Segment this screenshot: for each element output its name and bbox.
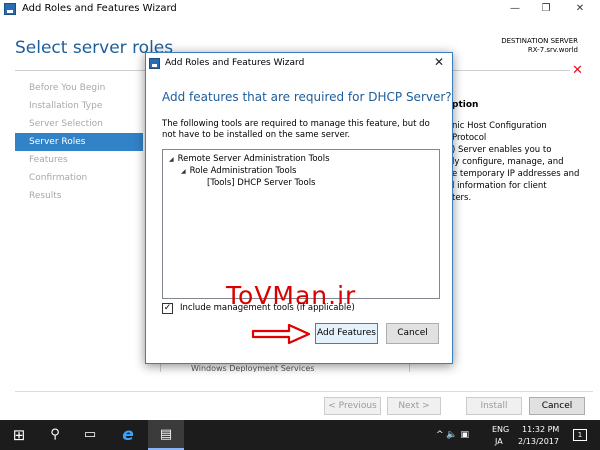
add-features-button[interactable]: Add Features <box>315 323 378 344</box>
close-icon[interactable]: ✕ <box>570 2 590 16</box>
destination-server-name: RX-7.srv.world <box>527 46 578 54</box>
clock-time[interactable]: 11:32 PM <box>522 425 559 434</box>
dialog-app-icon <box>149 58 160 69</box>
notification-center-icon[interactable]: 1 <box>573 429 587 441</box>
tree-item-remote-server-admin-tools[interactable]: ◢ Remote Server Administration Tools <box>169 154 330 164</box>
dialog-body-text: The following tools are required to mana… <box>162 119 430 140</box>
tree-item-dhcp-server-tools[interactable]: [Tools] DHCP Server Tools <box>207 178 316 188</box>
description-line: ly configure, manage, and <box>452 157 564 167</box>
taskbar: ⊞ ⚲ ▭ e ▤ ^ 🔈 ▣ ENG JA 11:32 PM 2/13/201… <box>0 420 600 450</box>
next-button[interactable]: Next > <box>387 397 441 415</box>
add-features-dialog: Add Roles and Features Wizard ✕ Add feat… <box>145 52 453 364</box>
description-text: nic Host Configuration Protocol ) Server… <box>452 120 582 204</box>
tree-expand-icon[interactable]: ◢ <box>181 168 186 175</box>
system-tray-icons[interactable]: ^ 🔈 ▣ <box>436 430 469 440</box>
cancel-button[interactable]: Cancel <box>529 397 585 415</box>
nav-item-server-roles[interactable]: Server Roles <box>15 133 143 151</box>
role-item-windows-deployment-services: Windows Deployment Services <box>191 364 315 372</box>
wizard-nav: Before You Begin Installation Type Serve… <box>15 79 143 205</box>
ime-indicator[interactable]: JA <box>495 437 503 446</box>
description-line: ters. <box>452 193 472 203</box>
language-indicator[interactable]: ENG <box>492 425 509 434</box>
nav-item-installation-type[interactable]: Installation Type <box>15 97 143 115</box>
tree-item-label: [Tools] DHCP Server Tools <box>207 178 316 188</box>
dialog-titlebar: Add Roles and Features Wizard ✕ <box>146 53 452 73</box>
tree-item-role-admin-tools[interactable]: ◢ Role Administration Tools <box>181 166 296 176</box>
tree-expand-icon[interactable]: ◢ <box>169 156 174 163</box>
nav-item-results: Results <box>29 191 62 201</box>
dialog-heading: Add features that are required for DHCP … <box>162 90 452 104</box>
restore-icon[interactable]: ❐ <box>536 2 556 16</box>
tree-item-label: Role Administration Tools <box>189 166 297 176</box>
main-titlebar: Add Roles and Features Wizard — ❐ ✕ <box>0 0 600 18</box>
clock-date[interactable]: 2/13/2017 <box>518 437 559 446</box>
dialog-title: Add Roles and Features Wizard <box>165 58 305 68</box>
include-tools-label[interactable]: Include management tools (if applicable) <box>180 303 355 313</box>
screen: Add Roles and Features Wizard — ❐ ✕ Sele… <box>0 0 600 450</box>
required-features-tree[interactable]: ◢ Remote Server Administration Tools ◢ Rol… <box>162 149 440 299</box>
description-line: ) Server enables you to <box>452 145 552 155</box>
error-x-icon: ✕ <box>572 63 583 78</box>
install-button[interactable]: Install <box>466 397 522 415</box>
tree-item-label: Remote Server Administration Tools <box>177 154 330 164</box>
dialog-close-icon[interactable]: ✕ <box>431 55 447 69</box>
description-line: nic Host Configuration Protocol <box>452 121 547 143</box>
description-line: e temporary IP addresses and <box>452 169 580 179</box>
task-view-icon[interactable]: ▭ <box>72 420 108 450</box>
nav-item-server-selection[interactable]: Server Selection <box>15 115 143 133</box>
nav-item-before-you-begin[interactable]: Before You Begin <box>15 79 143 97</box>
search-icon[interactable]: ⚲ <box>38 420 72 450</box>
internet-explorer-icon[interactable]: e <box>110 420 146 450</box>
description-title: ption <box>452 100 479 110</box>
windows-start-icon[interactable]: ⊞ <box>0 420 38 450</box>
footer-divider <box>15 391 593 392</box>
red-arrow-annotation <box>251 323 311 345</box>
server-manager-icon: ▤ <box>159 427 173 442</box>
destination-server-label: DESTINATION SERVER <box>501 37 578 45</box>
server-manager-app-icon <box>4 3 16 15</box>
window-title: Add Roles and Features Wizard <box>22 3 177 14</box>
include-tools-checkbox[interactable]: ✓ <box>162 303 173 314</box>
server-manager-taskbar-icon[interactable]: ▤ <box>148 420 184 450</box>
previous-button[interactable]: < Previous <box>324 397 381 415</box>
nav-item-features: Features <box>29 155 68 165</box>
minimize-icon[interactable]: — <box>505 2 525 16</box>
dialog-cancel-button[interactable]: Cancel <box>386 323 439 344</box>
description-line: l information for client <box>452 181 547 191</box>
nav-item-confirmation: Confirmation <box>29 173 88 183</box>
